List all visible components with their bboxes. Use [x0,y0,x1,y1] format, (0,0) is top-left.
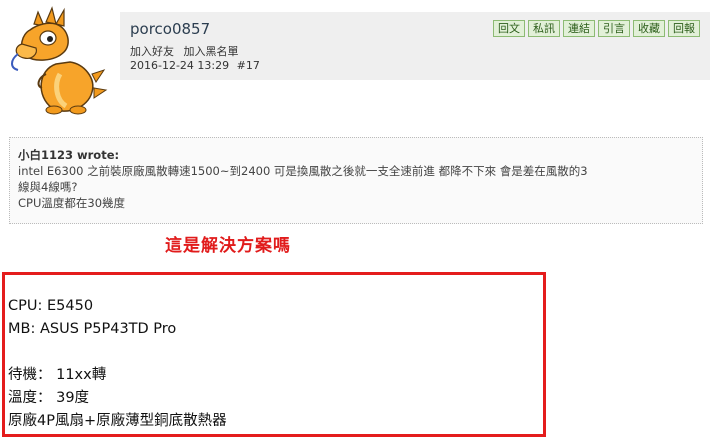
report-button[interactable]: 回報 [668,20,700,37]
add-friend-link[interactable]: 加入好友 [130,45,174,58]
quote-button[interactable]: 引言 [598,20,630,37]
reply-button[interactable]: 回文 [493,20,525,37]
username-link[interactable]: porco0857 [130,20,210,38]
add-blacklist-link[interactable]: 加入黑名單 [184,45,239,58]
quote-block: 小白1123 wrote: intel E6300 之前裝原廠風散轉速1500~… [9,137,703,224]
private-message-button[interactable]: 私訊 [528,20,560,37]
reply-title: 這是解決方案嗎 [165,236,291,256]
spec-image-box: CPU: E5450 MB: ASUS P5P43TD Pro 待機： 11xx… [2,272,546,437]
quote-line: intel E6300 之前裝原廠風散轉速1500~到2400 可是換風散之後就… [18,164,588,178]
quote-line: CPU溫度都在30幾度 [18,196,126,210]
post-header: porco0857 加入好友 加入黑名單 2016-12-24 13:29 #1… [120,12,710,80]
spec-spacer [8,341,540,364]
avatar[interactable] [8,4,108,116]
quote-author: 小白1123 wrote: [18,148,120,162]
bookmark-button[interactable]: 收藏 [633,20,665,37]
dragon-avatar-icon [11,6,108,115]
spec-line-cpu: CPU: E5450 [8,298,94,314]
post-number[interactable]: #17 [237,59,260,72]
link-button[interactable]: 連結 [563,20,595,37]
spec-line-idle: 待機： 11xx轉 [8,367,107,383]
quote-line: 線與4線嗎? [18,180,78,194]
spec-line-mb: MB: ASUS P5P43TD Pro [8,321,177,337]
spec-line-cooler: 原廠4P風扇+原廠薄型銅底散熱器 [8,413,227,429]
spec-line-temp: 溫度： 39度 [8,390,90,406]
post-actions: 回文 私訊 連結 引言 收藏 回報 [493,20,700,37]
post-meta: 2016-12-24 13:29 #17 [130,59,264,72]
post-timestamp: 2016-12-24 13:29 [130,59,230,72]
user-links: 加入好友 加入黑名單 [130,43,245,59]
